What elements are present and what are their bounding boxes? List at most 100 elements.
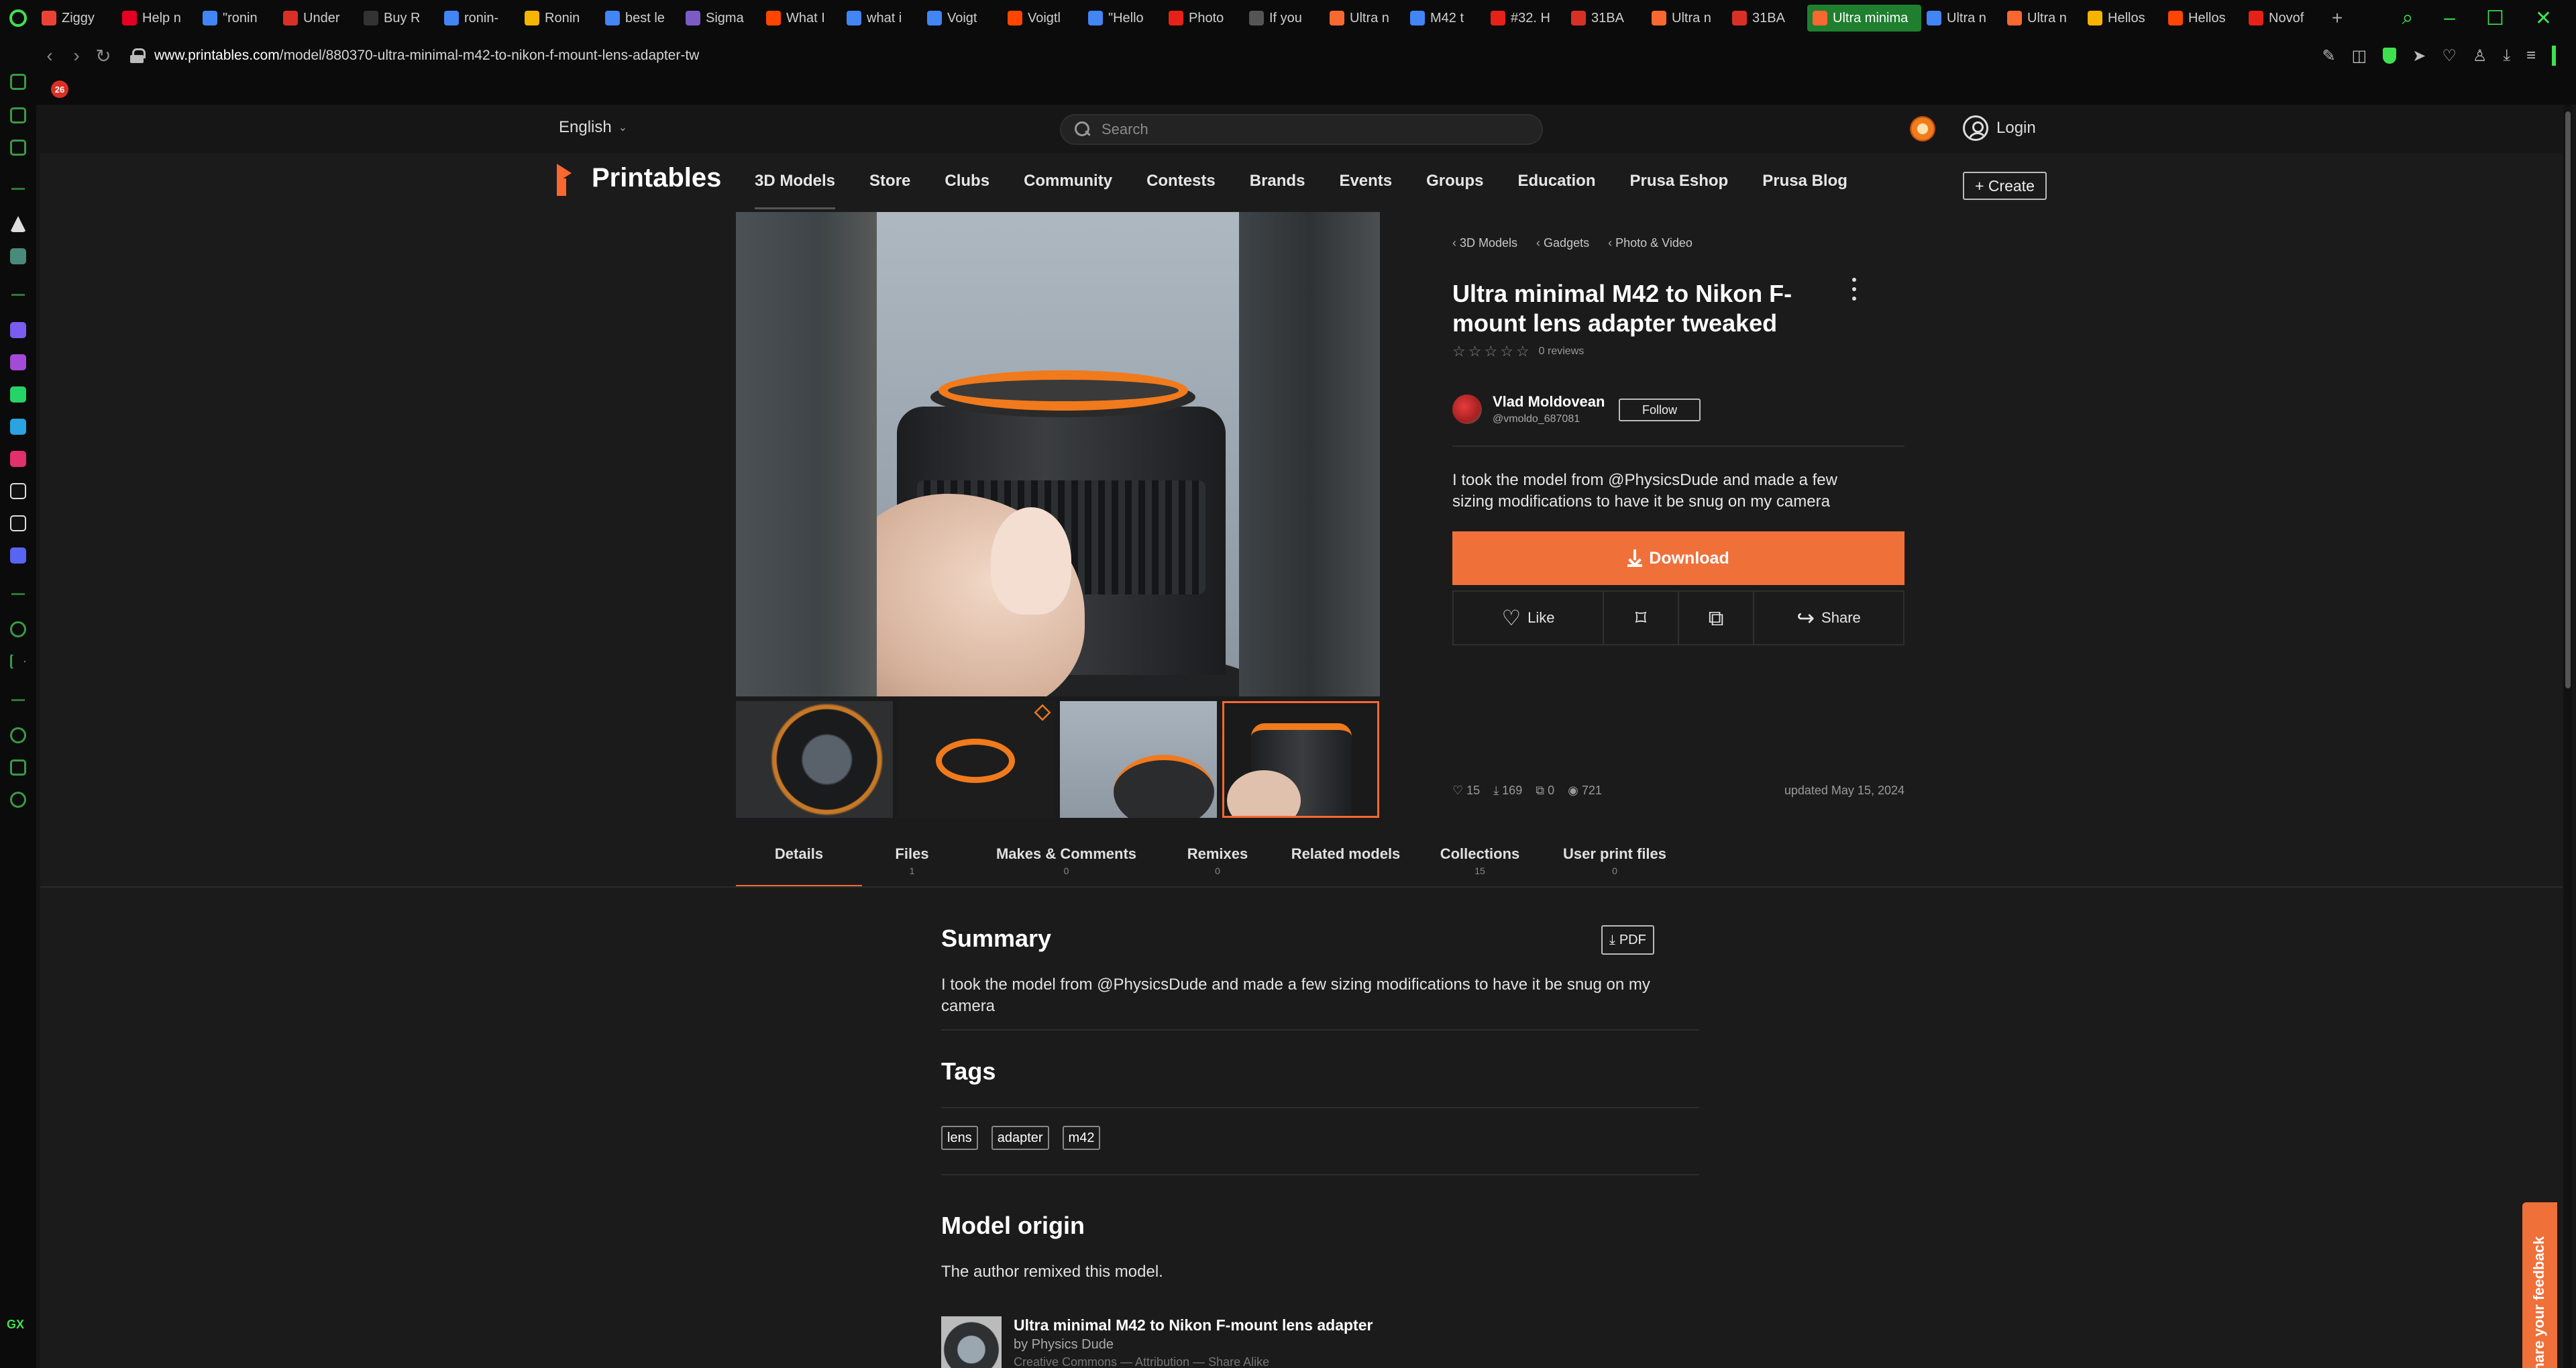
instagram-icon[interactable] — [10, 451, 26, 467]
author-block[interactable]: Vlad Moldovean @vmoldo_687081 — [1452, 393, 1605, 425]
printables-logo[interactable]: Printables — [557, 161, 721, 196]
pdf-button[interactable]: ⤓ PDF — [1601, 925, 1654, 955]
vpn-shield-icon[interactable] — [2383, 48, 2397, 64]
music-player-icon[interactable] — [10, 621, 26, 637]
lock-icon[interactable] — [130, 48, 146, 63]
make-button[interactable]: ⧉ — [1679, 592, 1754, 644]
nav-item-brands[interactable]: Brands — [1250, 153, 1305, 209]
nav-item-education[interactable]: Education — [1517, 153, 1595, 209]
share-button[interactable]: ↪ Share — [1754, 592, 1903, 644]
browser-tab[interactable]: Ultra n — [1921, 5, 2002, 32]
browser-tab[interactable]: Novof — [2243, 5, 2324, 32]
twitch-icon[interactable] — [10, 322, 26, 338]
extensions-icon[interactable] — [10, 759, 26, 776]
history-icon[interactable] — [10, 727, 26, 743]
tag-m42[interactable]: m42 — [1062, 1126, 1101, 1150]
browser-tab[interactable]: Help n — [117, 5, 197, 32]
browser-tab[interactable]: 31BA — [1727, 5, 1807, 32]
notification-badge[interactable]: 26 — [51, 81, 68, 98]
browser-tab[interactable]: Ultra n — [1646, 5, 1727, 32]
news-icon[interactable] — [10, 107, 26, 123]
browser-tab[interactable]: Ultra minima — [1807, 5, 1921, 32]
nav-item-prusa-blog[interactable]: Prusa Blog — [1762, 153, 1847, 209]
search-input[interactable] — [1100, 120, 1529, 139]
tab-related-models[interactable]: Related models — [1265, 837, 1427, 887]
tab-remixes[interactable]: Remixes 0 — [1171, 837, 1265, 887]
browser-tab[interactable]: Under — [278, 5, 358, 32]
nav-item-prusa-eshop[interactable]: Prusa Eshop — [1630, 153, 1729, 209]
settings-icon[interactable] — [10, 792, 26, 808]
browser-tab[interactable]: #32. H — [1485, 5, 1566, 32]
menu-icon[interactable]: ≡ — [2526, 46, 2536, 65]
page-scrollbar[interactable] — [2564, 105, 2572, 1368]
browser-tab[interactable]: Sigma — [680, 5, 761, 32]
browser-tab[interactable]: best le — [600, 5, 680, 32]
breadcrumb-photo-video[interactable]: Photo & Video — [1608, 236, 1693, 250]
nav-item-clubs[interactable]: Clubs — [945, 153, 989, 209]
login-link[interactable]: Login — [1963, 115, 2036, 141]
nav-item-store[interactable]: Store — [869, 153, 910, 209]
browser-tab[interactable]: Ultra n — [2002, 5, 2082, 32]
thumbnail-1[interactable] — [736, 701, 893, 818]
tag-lens[interactable]: lens — [941, 1126, 978, 1150]
follow-button[interactable]: Follow — [1619, 399, 1701, 421]
whatsapp-icon[interactable] — [10, 386, 26, 403]
edit-icon[interactable]: ✎ — [2322, 46, 2335, 66]
scrollbar-thumb[interactable] — [2565, 111, 2571, 688]
browser-tab[interactable]: If you — [1244, 5, 1324, 32]
feedback-tab[interactable]: Share your feedback — [2522, 1202, 2557, 1368]
origin-model-thumbnail[interactable] — [941, 1316, 1002, 1368]
flow-icon[interactable] — [10, 653, 26, 670]
tab-files[interactable]: Files 1 — [862, 837, 962, 887]
thumbnail-4-selected[interactable] — [1222, 701, 1379, 818]
minimize-icon[interactable]: – — [2444, 7, 2455, 30]
browser-tab[interactable]: Photo — [1163, 5, 1244, 32]
browser-tab[interactable]: Hellos — [2163, 5, 2243, 32]
thumbnail-3[interactable] — [1060, 701, 1217, 818]
nav-item-groups[interactable]: Groups — [1426, 153, 1483, 209]
browser-tab[interactable]: Ronin — [519, 5, 600, 32]
downloads-icon[interactable]: ⤓ — [2503, 46, 2510, 65]
messenger-icon[interactable] — [10, 354, 26, 370]
browser-tab[interactable]: Voigt — [922, 5, 1002, 32]
forward-icon[interactable]: › — [63, 45, 90, 66]
nav-item-3d-models[interactable]: 3D Models — [755, 153, 836, 209]
tab-user-print-files[interactable]: User print files 0 — [1533, 837, 1697, 887]
tiktok-icon[interactable] — [10, 483, 26, 499]
language-select[interactable]: English ⌄ — [559, 118, 627, 137]
avatar[interactable] — [1452, 394, 1482, 424]
aria-icon[interactable] — [10, 216, 26, 232]
origin-model-card[interactable]: Ultra minimal M42 to Nikon F-mount lens … — [941, 1316, 1373, 1368]
maximize-icon[interactable]: ☐ — [2486, 7, 2504, 30]
browser-tab[interactable]: "ronin — [197, 5, 278, 32]
new-tab-button[interactable]: + — [2324, 7, 2351, 29]
browser-tab[interactable]: ronin- — [439, 5, 519, 32]
browser-tab[interactable]: Ultra n — [1324, 5, 1405, 32]
x-icon[interactable] — [10, 515, 26, 531]
main-model-image[interactable] — [736, 212, 1380, 696]
browser-tab[interactable]: what i — [841, 5, 922, 32]
player-icon[interactable] — [10, 140, 26, 156]
browser-tab[interactable]: 31BA — [1566, 5, 1646, 32]
send-icon[interactable]: ➤ — [2412, 46, 2426, 66]
search-box[interactable] — [1060, 114, 1543, 145]
origin-model-title[interactable]: Ultra minimal M42 to Nikon F-mount lens … — [1014, 1316, 1373, 1334]
url-field[interactable]: www.printables.com/model/880370-ultra-mi… — [154, 48, 699, 64]
like-button[interactable]: ♡ Like — [1454, 592, 1604, 644]
tab-details[interactable]: Details — [736, 837, 862, 887]
create-button[interactable]: + Create — [1963, 172, 2047, 200]
chatgpt-icon[interactable] — [10, 248, 26, 264]
camera-icon[interactable]: ◫ — [2352, 46, 2367, 66]
author-name[interactable]: Vlad Moldovean — [1493, 393, 1605, 411]
tab-makes-comments[interactable]: Makes & Comments 0 — [962, 837, 1171, 887]
theme-flower-icon[interactable] — [1910, 116, 1935, 142]
breadcrumb-3d-models[interactable]: 3D Models — [1452, 236, 1517, 250]
browser-tab[interactable]: Voigtl — [1002, 5, 1083, 32]
gx-logo[interactable]: GX — [7, 1318, 24, 1332]
origin-model-author[interactable]: by Physics Dude — [1014, 1337, 1373, 1353]
browser-tab[interactable]: "Hello — [1083, 5, 1163, 32]
browser-tab[interactable]: What I — [761, 5, 841, 32]
back-icon[interactable]: ‹ — [36, 45, 63, 66]
profile-icon[interactable]: ♙ — [2473, 46, 2487, 66]
download-button[interactable]: Download — [1452, 531, 1904, 585]
